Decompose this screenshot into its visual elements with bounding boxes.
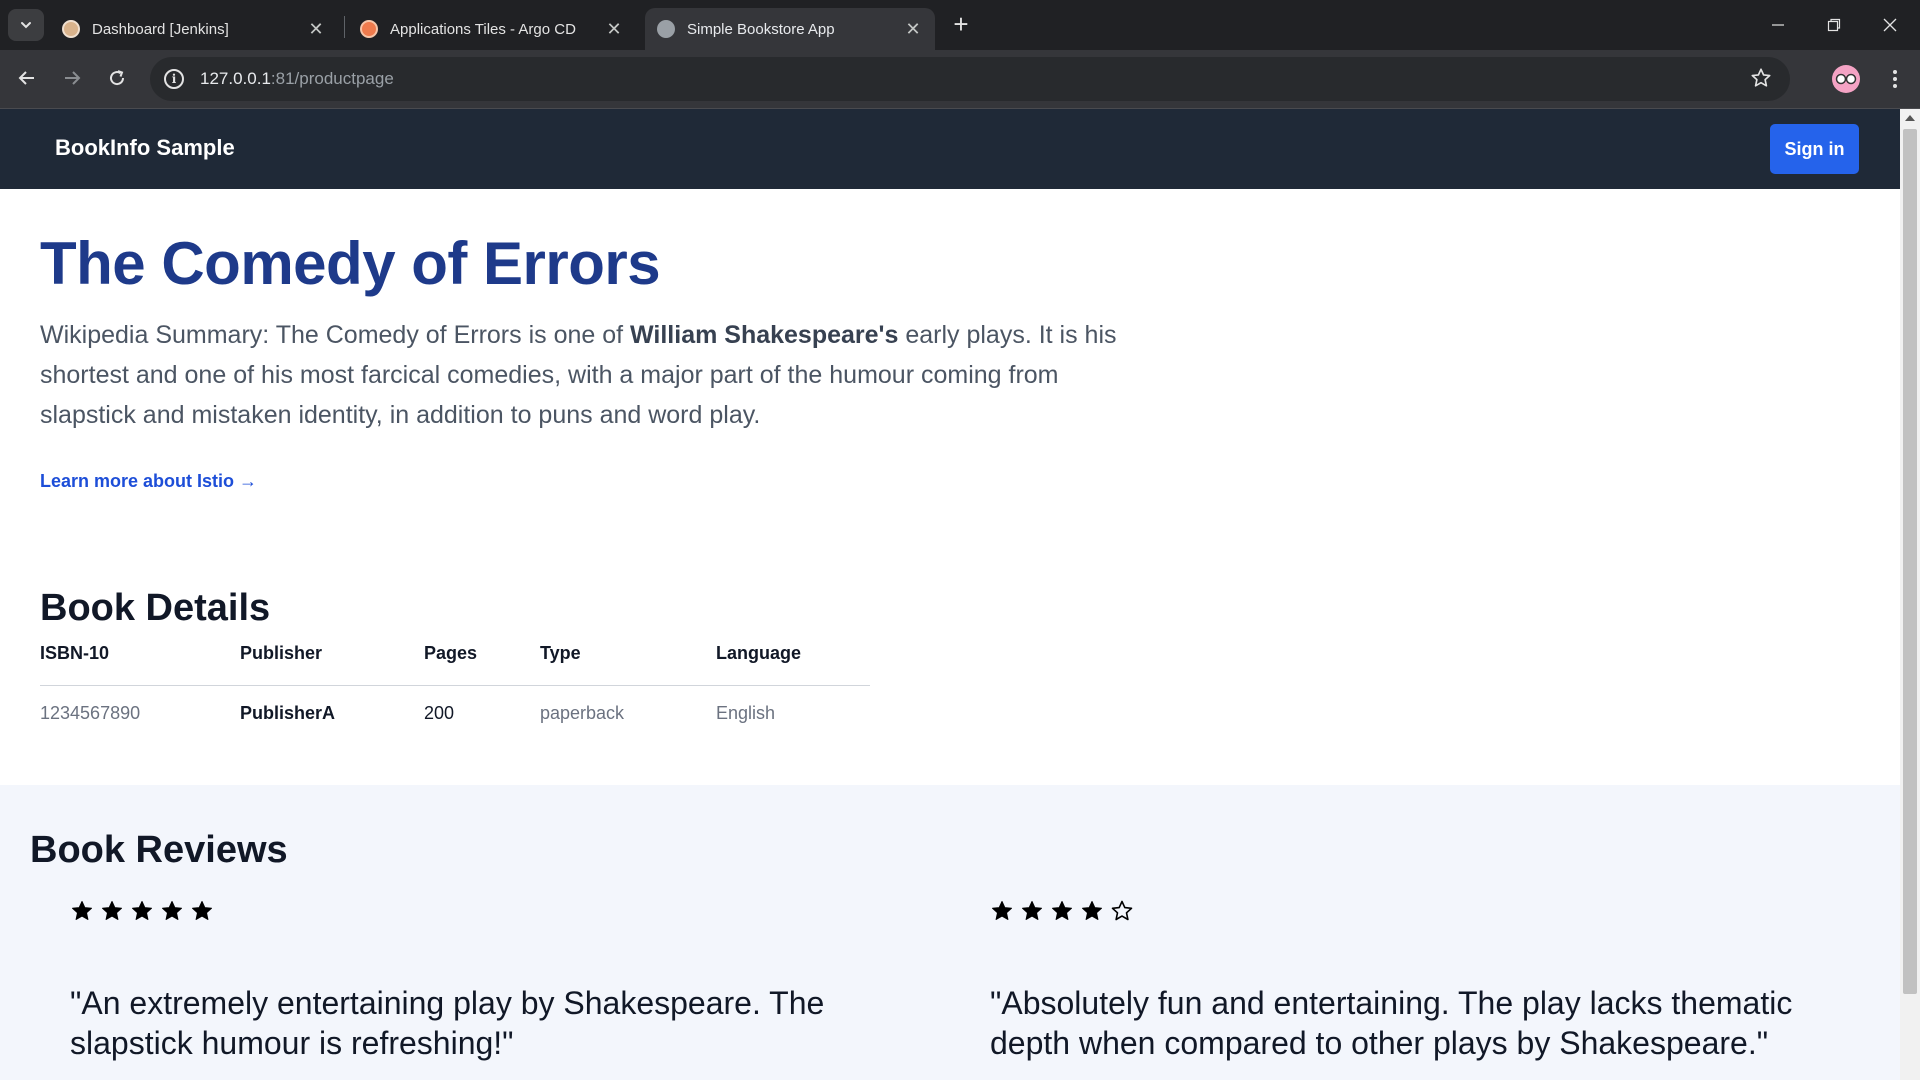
reload-button[interactable] xyxy=(100,61,134,95)
column-header: Language xyxy=(716,641,870,686)
jenkins-icon xyxy=(62,20,80,38)
pages-cell: 200 xyxy=(424,702,455,723)
table-row: 1234567890 PublisherA 200 paperback Engl… xyxy=(40,685,870,741)
star-filled-icon xyxy=(192,901,212,920)
page-viewport: BookInfo Sample Sign in The Comedy of Er… xyxy=(0,109,1900,1080)
site-info-icon[interactable]: i xyxy=(164,69,184,89)
url-text: 127.0.0.1:81/productpage xyxy=(200,69,394,88)
tab-bookstore[interactable]: Simple Bookstore App ✕ xyxy=(645,8,935,50)
star-filled-icon xyxy=(72,901,92,920)
close-tab-icon[interactable]: ✕ xyxy=(306,19,326,39)
book-details-heading: Book Details xyxy=(40,587,271,629)
argocd-icon xyxy=(360,20,378,38)
review-card: "An extremely entertaining play by Shake… xyxy=(70,899,930,1063)
column-header: Pages xyxy=(424,641,540,686)
minimize-button[interactable] xyxy=(1750,0,1806,50)
minimize-icon xyxy=(1772,24,1784,26)
browser-toolbar: i 127.0.0.1:81/productpage xyxy=(0,50,1920,109)
star-filled-icon xyxy=(162,901,182,920)
tab-separator xyxy=(344,16,345,38)
restore-icon xyxy=(1827,18,1841,32)
star-filled-icon xyxy=(1022,901,1042,920)
summary-author: William Shakespeare's xyxy=(630,321,899,349)
forward-button[interactable] xyxy=(55,61,89,95)
sign-in-button[interactable]: Sign in xyxy=(1770,124,1859,174)
close-window-button[interactable] xyxy=(1862,0,1918,50)
star-filled-icon xyxy=(992,901,1012,920)
product-summary: Wikipedia Summary: The Comedy of Errors … xyxy=(40,321,1117,429)
tab-search-button[interactable] xyxy=(8,9,44,41)
book-reviews-section: Book Reviews "An extremely entertaining … xyxy=(0,785,1900,1080)
tab-argocd[interactable]: Applications Tiles - Argo CD ✕ xyxy=(348,8,636,50)
profile-icon xyxy=(1835,73,1857,85)
close-tab-icon[interactable]: ✕ xyxy=(604,19,624,39)
publisher-cell: PublisherA xyxy=(240,702,336,723)
tab-title: Applications Tiles - Argo CD xyxy=(390,20,576,38)
address-bar[interactable]: i 127.0.0.1:81/productpage xyxy=(150,57,1790,101)
column-header: Publisher xyxy=(240,641,424,686)
learn-more-link[interactable]: Learn more about Istio → xyxy=(40,471,257,492)
star-empty-icon xyxy=(1111,900,1133,921)
tab-jenkins[interactable]: Dashboard [Jenkins] ✕ xyxy=(50,8,338,50)
new-tab-button[interactable]: + xyxy=(948,11,974,38)
page-title: The Comedy of Errors xyxy=(40,230,661,297)
restore-button[interactable] xyxy=(1806,0,1862,50)
close-icon xyxy=(1883,18,1897,32)
review-text: "Absolutely fun and entertaining. The pl… xyxy=(990,985,1793,1061)
close-tab-icon[interactable]: ✕ xyxy=(903,19,923,39)
reload-icon xyxy=(110,70,125,86)
scrollbar-thumb[interactable] xyxy=(1903,129,1917,994)
star-filled-icon xyxy=(102,901,122,920)
star-rating xyxy=(990,899,1850,925)
chevron-down-icon xyxy=(21,22,31,29)
review-card: "Absolutely fun and entertaining. The pl… xyxy=(990,899,1850,1063)
column-header: Type xyxy=(540,641,716,686)
browser-menu-button[interactable] xyxy=(1880,64,1910,94)
book-details-table: ISBN-10 Publisher Pages Type Language 12… xyxy=(40,641,870,741)
book-reviews-heading: Book Reviews xyxy=(30,829,288,871)
isbn-cell: 1234567890 xyxy=(40,702,141,723)
table-header-row: ISBN-10 Publisher Pages Type Language xyxy=(40,641,870,686)
star-rating xyxy=(70,899,930,925)
profile-avatar[interactable] xyxy=(1832,65,1860,93)
site-brand[interactable]: BookInfo Sample xyxy=(55,135,235,161)
back-button[interactable] xyxy=(10,61,44,95)
language-cell: English xyxy=(716,702,776,723)
tab-title: Dashboard [Jenkins] xyxy=(92,20,229,38)
page-scrollbar[interactable] xyxy=(1900,109,1920,1080)
arrow-left-icon xyxy=(18,71,34,85)
type-cell: paperback xyxy=(540,702,625,723)
arrow-right-icon xyxy=(65,71,81,85)
bookmark-star-icon[interactable] xyxy=(1750,67,1772,89)
star-filled-icon xyxy=(1052,901,1072,920)
tab-title: Simple Bookstore App xyxy=(687,20,835,38)
site-navbar: BookInfo Sample Sign in xyxy=(0,109,1900,189)
column-header: ISBN-10 xyxy=(40,641,240,686)
review-text: "An extremely entertaining play by Shake… xyxy=(70,985,825,1061)
globe-icon xyxy=(657,20,675,38)
more-vertical-icon xyxy=(1893,70,1897,88)
browser-tab-strip: Dashboard [Jenkins] ✕ Applications Tiles… xyxy=(0,0,1920,50)
scroll-up-arrow[interactable] xyxy=(1905,115,1915,121)
star-filled-icon xyxy=(132,901,152,920)
star-filled-icon xyxy=(1082,901,1102,920)
